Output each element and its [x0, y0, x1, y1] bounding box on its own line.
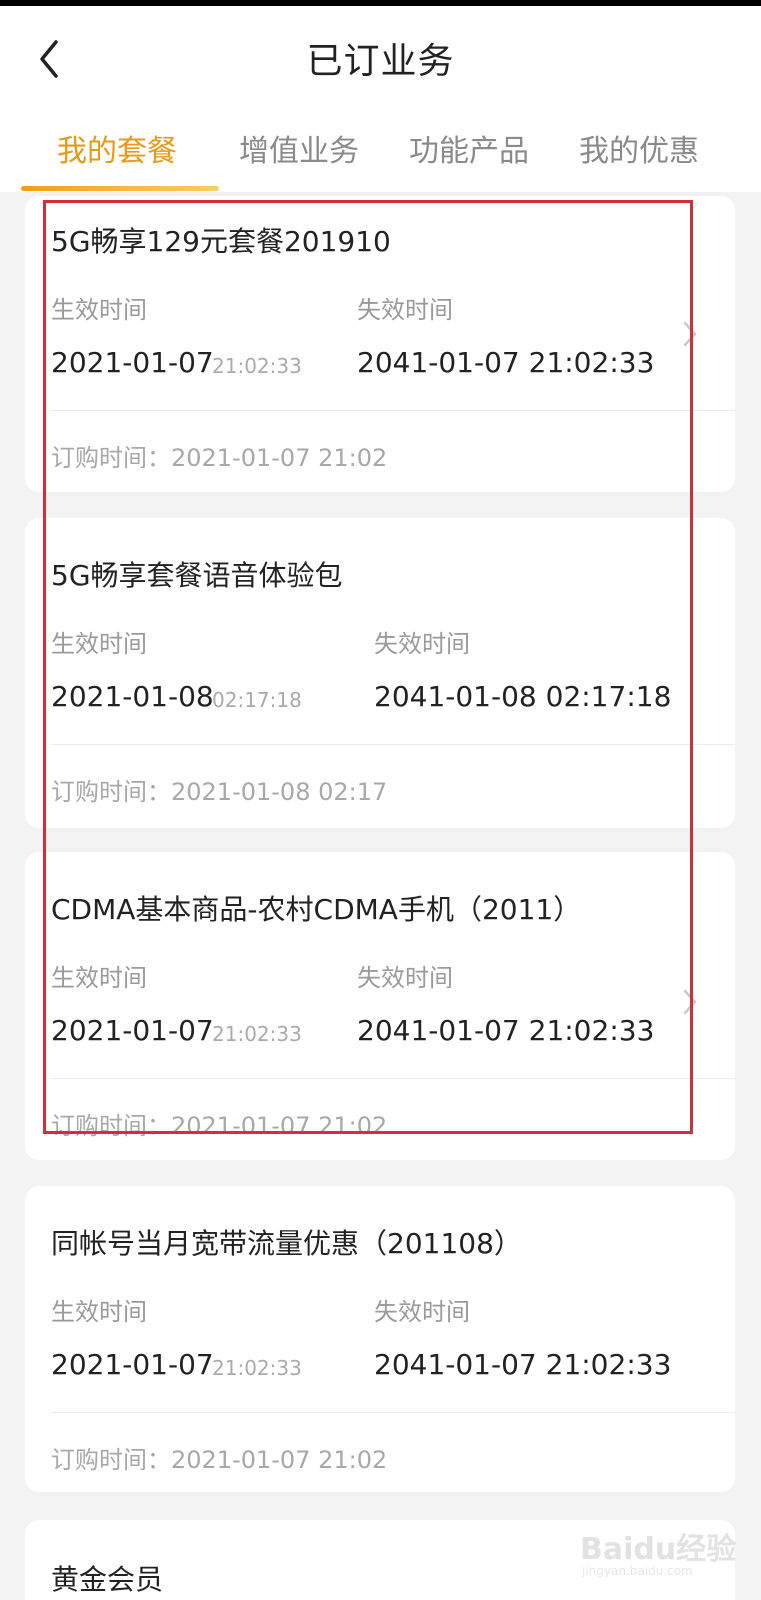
active-tab-indicator: [21, 186, 219, 191]
plan-name: 黄金会员: [51, 1563, 164, 1596]
order-time: 订购时间：2021-01-08 02:17: [51, 778, 388, 806]
effective-date: 2021-01-08: [51, 680, 214, 713]
watermark-url: jingyan.baidu.com: [582, 1564, 693, 1578]
effective-label: 生效时间: [51, 630, 147, 658]
header: 已订业务 我的套餐 增值业务 功能产品 我的优惠: [0, 6, 761, 192]
effective-time: 21:02:33: [212, 1356, 302, 1380]
expire-label: 失效时间: [374, 1298, 470, 1326]
plan-card[interactable]: CDMA基本商品-农村CDMA手机（2011） 生效时间 失效时间 2021-0…: [25, 852, 735, 1160]
effective-date: 2021-01-07: [51, 346, 214, 379]
plan-name: 5G畅享套餐语音体验包: [51, 559, 343, 592]
plan-card[interactable]: 同帐号当月宽带流量优惠（201108） 生效时间 失效时间 2021-01-07…: [25, 1186, 735, 1492]
effective-label: 生效时间: [51, 1298, 147, 1326]
tab-my-plan[interactable]: 我的套餐: [57, 126, 177, 170]
divider: [51, 1078, 735, 1079]
watermark: Baidu经验 jingyan.baidu.com: [580, 1518, 750, 1588]
expire-datetime: 2041-01-07 21:02:33: [357, 1014, 655, 1047]
expire-label: 失效时间: [357, 296, 453, 324]
watermark-text: Baidu经验: [580, 1532, 737, 1567]
divider: [51, 410, 735, 411]
tab-my-offers[interactable]: 我的优惠: [579, 126, 699, 170]
expire-datetime: 2041-01-07 21:02:33: [357, 346, 655, 379]
expire-label: 失效时间: [374, 630, 470, 658]
expire-datetime: 2041-01-08 02:17:18: [374, 680, 672, 713]
plan-card[interactable]: 5G畅享129元套餐201910 生效时间 失效时间 2021-01-07 21…: [25, 196, 735, 492]
order-time: 订购时间：2021-01-07 21:02: [51, 1112, 388, 1140]
divider: [51, 744, 735, 745]
plan-name: CDMA基本商品-农村CDMA手机（2011）: [51, 893, 582, 926]
order-time: 订购时间：2021-01-07 21:02: [51, 444, 388, 472]
order-time: 订购时间：2021-01-07 21:02: [51, 1446, 388, 1474]
effective-label: 生效时间: [51, 964, 147, 992]
effective-time: 21:02:33: [212, 354, 302, 378]
plan-name: 同帐号当月宽带流量优惠（201108）: [51, 1227, 522, 1260]
effective-date: 2021-01-07: [51, 1014, 214, 1047]
expire-datetime: 2041-01-07 21:02:33: [374, 1348, 672, 1381]
effective-time: 02:17:18: [212, 688, 302, 712]
tab-value-added[interactable]: 增值业务: [239, 126, 359, 170]
divider: [51, 1412, 735, 1413]
plan-card[interactable]: 5G畅享套餐语音体验包 生效时间 失效时间 2021-01-08 02:17:1…: [25, 518, 735, 828]
chevron-right-icon: [680, 319, 700, 349]
page-title: 已订业务: [306, 41, 455, 82]
effective-label: 生效时间: [51, 296, 147, 324]
expire-label: 失效时间: [357, 964, 453, 992]
chevron-right-icon: [680, 987, 700, 1017]
plan-name: 5G畅享129元套餐201910: [51, 225, 391, 258]
tab-bar: 我的套餐 增值业务 功能产品 我的优惠: [0, 126, 761, 192]
tab-function-products[interactable]: 功能产品: [409, 126, 529, 170]
effective-date: 2021-01-07: [51, 1348, 214, 1381]
effective-time: 21:02:33: [212, 1022, 302, 1046]
